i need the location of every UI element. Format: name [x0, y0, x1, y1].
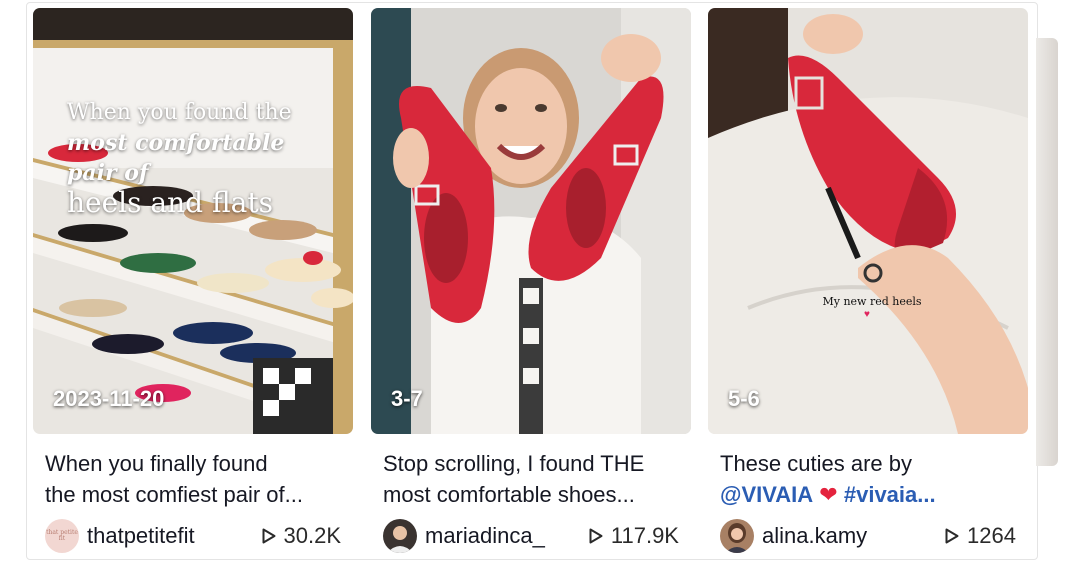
- avatar[interactable]: [383, 519, 417, 553]
- video-card-1[interactable]: When you found the most comfortable pair…: [33, 8, 353, 554]
- thumbnail-image-woman-red-flats: [371, 8, 691, 434]
- view-count: 1264: [945, 523, 1016, 549]
- date-badge: 5-6: [728, 386, 760, 411]
- author-name[interactable]: alina.kamy: [762, 523, 945, 549]
- description-line-2: @VIVAIA ❤ #vivaia...: [720, 479, 1026, 510]
- next-card-peek[interactable]: [1036, 38, 1058, 466]
- overlay-line-3: heels and flats: [67, 186, 273, 219]
- video-thumbnail-1[interactable]: When you found the most comfortable pair…: [33, 8, 353, 434]
- view-count: 117.9K: [589, 523, 679, 549]
- description-line-1: When you finally found: [45, 451, 268, 476]
- video-description[interactable]: Stop scrolling, I found THE most comfort…: [383, 448, 689, 510]
- avatar-logo-text: that petite fit: [46, 529, 78, 542]
- hashtag-link[interactable]: #vivaia...: [844, 482, 936, 507]
- thumbnail-image-red-heel: [708, 8, 1028, 434]
- overlay-line-1: When you found the: [67, 100, 292, 125]
- play-icon: [262, 528, 275, 544]
- mention-link[interactable]: @VIVAIA: [720, 482, 813, 507]
- description-line-2: most comfortable shoes...: [383, 482, 635, 507]
- video-meta: that petite fit thatpetitefit 30.2K: [45, 518, 353, 554]
- description-line-2: the most comfiest pair of...: [45, 482, 303, 507]
- avatar-portrait: [725, 523, 749, 553]
- description-line-1: Stop scrolling, I found THE: [383, 451, 645, 476]
- view-count-value: 117.9K: [610, 523, 679, 548]
- video-card-2[interactable]: 3-7 Stop scrolling, I found THE most com…: [371, 8, 691, 554]
- avatar-portrait: [387, 526, 413, 553]
- date-badge: 2023-11-20: [53, 386, 165, 411]
- video-description[interactable]: These cuties are by @VIVAIA ❤ #vivaia...: [720, 448, 1026, 510]
- caption-heart-icon: ♥: [864, 309, 870, 320]
- video-meta: mariadinca_ 117.9K: [383, 518, 691, 554]
- video-thumbnail-2[interactable]: 3-7: [371, 8, 691, 434]
- video-meta: alina.kamy 1264: [720, 518, 1028, 554]
- description-line-1: These cuties are by: [720, 451, 912, 476]
- video-thumbnail-3[interactable]: My new red heels ♥ 5-6: [708, 8, 1028, 434]
- avatar[interactable]: that petite fit: [45, 519, 79, 553]
- overlay-line-2: most comfortable pair of: [67, 130, 285, 186]
- view-count-value: 30.2K: [283, 523, 342, 548]
- play-icon: [945, 528, 959, 544]
- video-card-3[interactable]: My new red heels ♥ 5-6 These cuties are …: [708, 8, 1028, 554]
- heart-icon: ❤: [819, 482, 838, 507]
- author-name[interactable]: mariadinca_: [425, 523, 589, 549]
- video-description[interactable]: When you finally found the most comfiest…: [45, 448, 351, 510]
- author-name[interactable]: thatpetitefit: [87, 523, 262, 549]
- thumbnail-overlay-text: When you found the most comfortable pair…: [67, 98, 337, 218]
- avatar[interactable]: [720, 519, 754, 553]
- thumbnail-caption: My new red heels: [822, 295, 922, 308]
- date-badge: 3-7: [391, 386, 423, 411]
- play-icon: [589, 528, 603, 544]
- view-count: 30.2K: [262, 523, 342, 549]
- thumbnail-image-shoe-shelves: [33, 8, 353, 434]
- view-count-value: 1264: [967, 523, 1016, 548]
